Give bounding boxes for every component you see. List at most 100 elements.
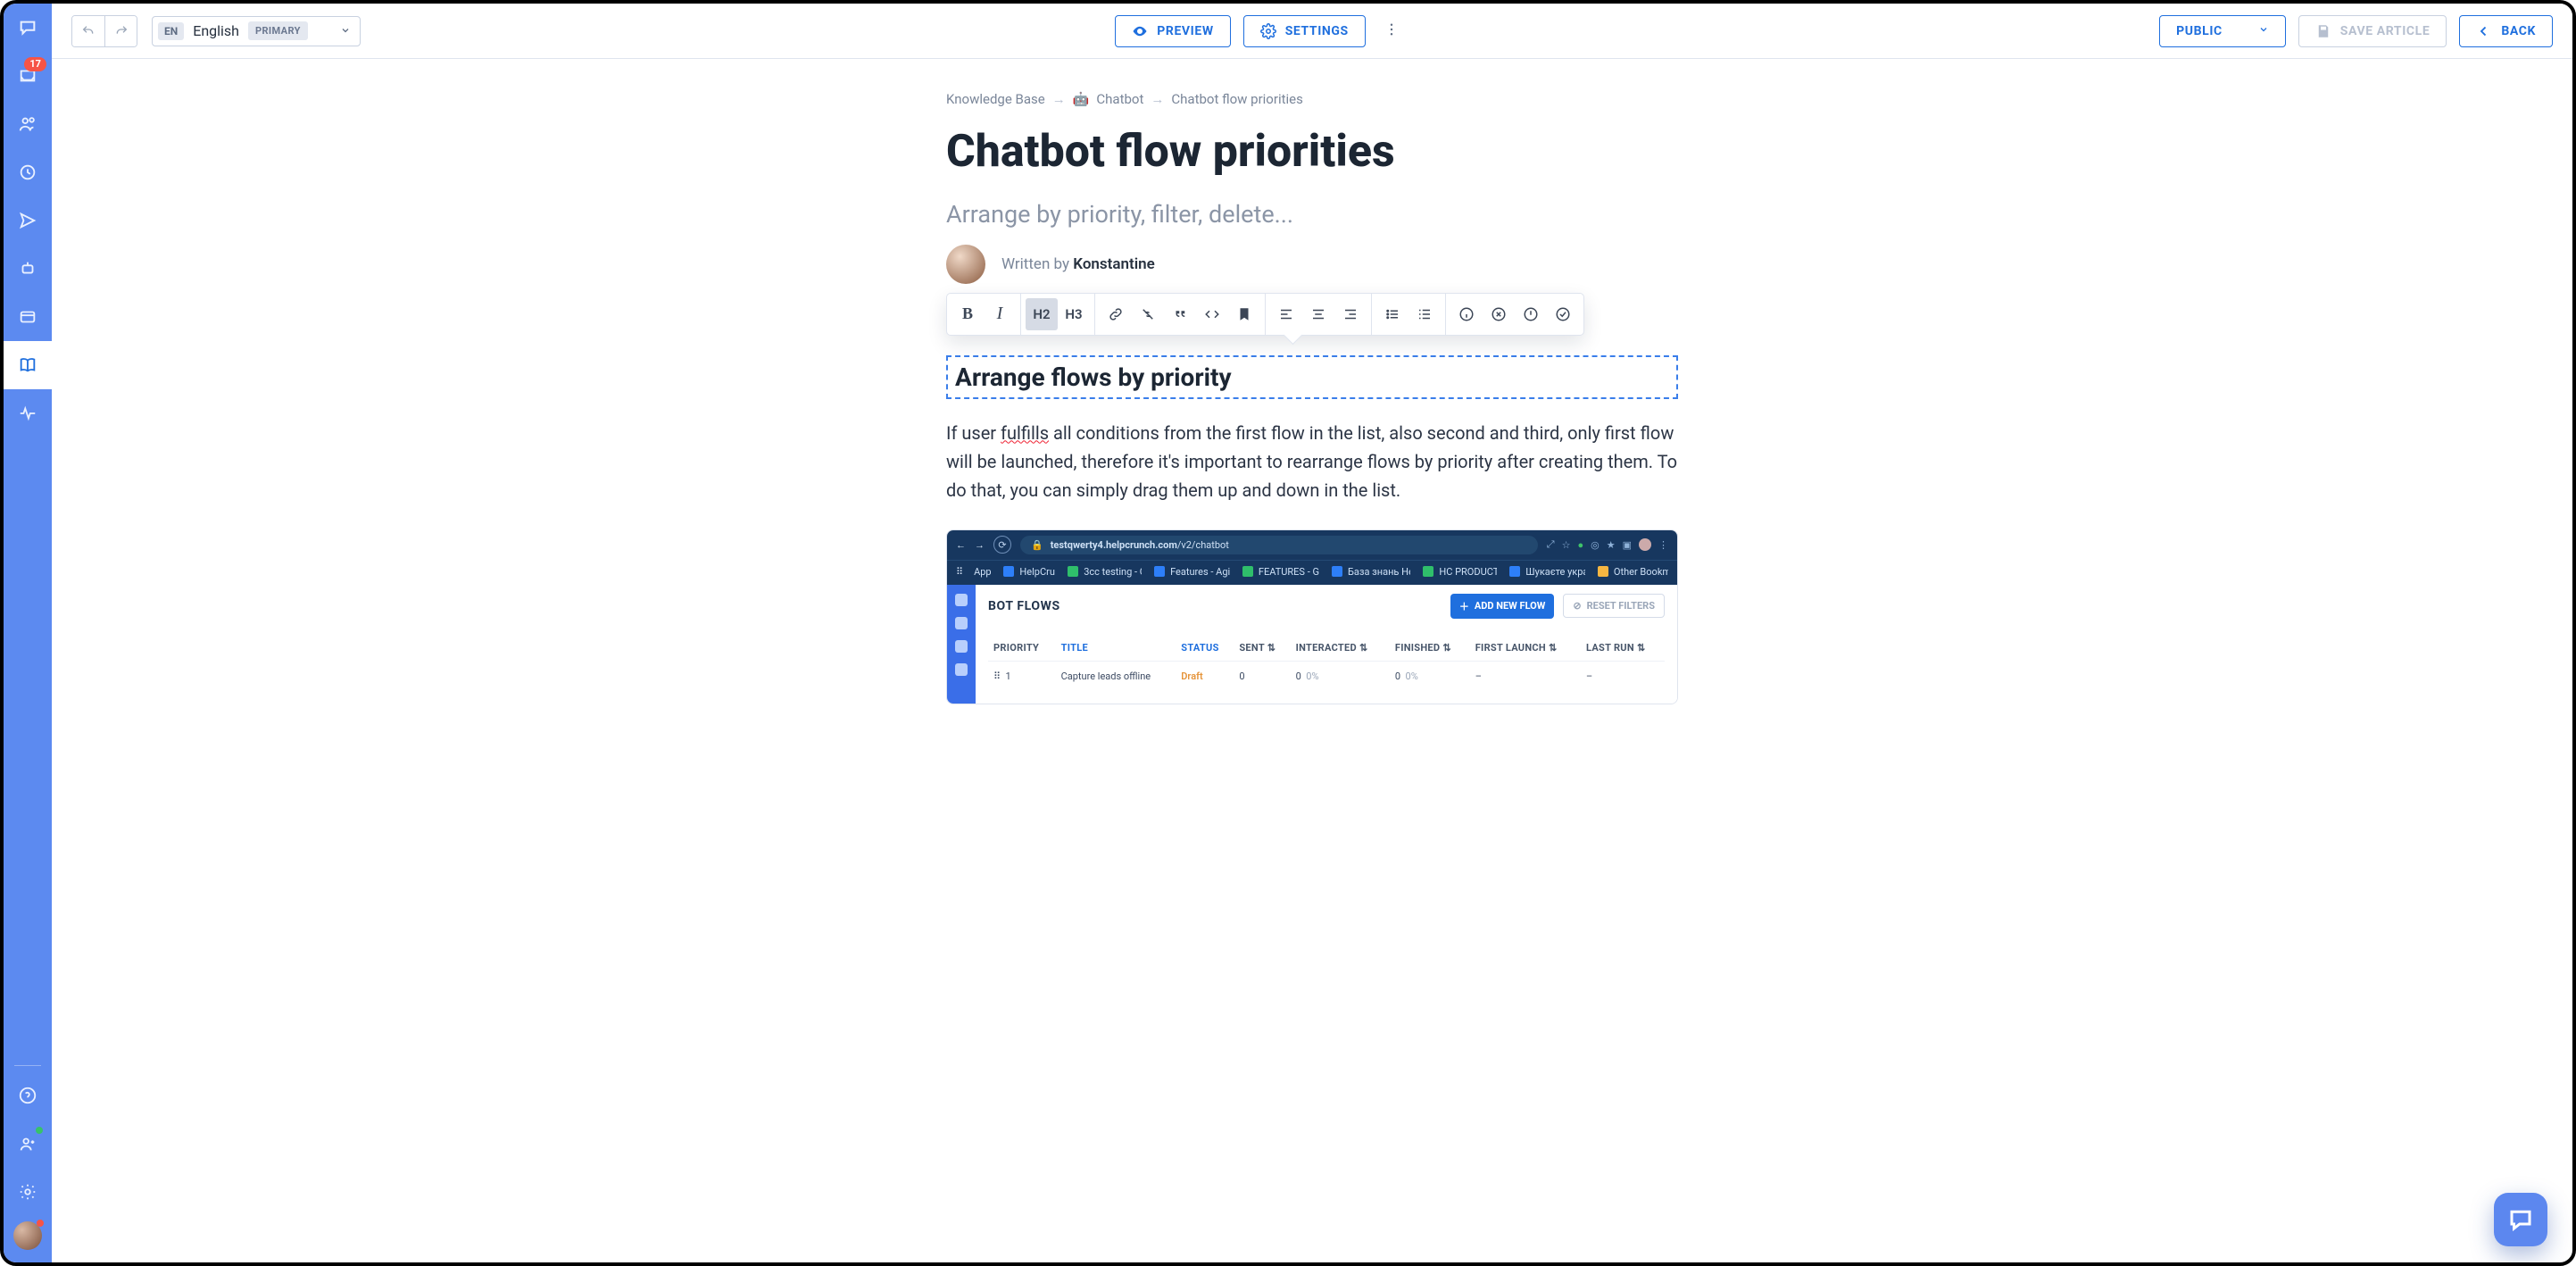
nav-inbox[interactable]: 17 — [4, 52, 52, 100]
x-circle-icon — [1491, 306, 1507, 322]
editor-paragraph[interactable]: If user fulfills all conditions from the… — [946, 419, 1678, 504]
align-left-button[interactable] — [1270, 298, 1302, 330]
gear-icon — [1260, 23, 1276, 39]
info-callout-button[interactable] — [1450, 298, 1483, 330]
align-left-icon — [1278, 306, 1294, 322]
back-button[interactable]: BACK — [2459, 15, 2553, 47]
nav-logo[interactable] — [4, 4, 52, 52]
warning-callout-button[interactable] — [1515, 298, 1547, 330]
info-icon — [1458, 306, 1475, 322]
success-callout-button[interactable] — [1547, 298, 1579, 330]
h2-button[interactable]: H2 — [1026, 298, 1058, 330]
chevron-down-icon — [340, 22, 351, 39]
h3-button[interactable]: H3 — [1058, 298, 1090, 330]
settings-label: SETTINGS — [1285, 24, 1349, 38]
error-callout-button[interactable] — [1483, 298, 1515, 330]
lang-primary-tag: PRIMARY — [248, 21, 308, 40]
link-button[interactable] — [1100, 298, 1132, 330]
visibility-label: PUBLIC — [2176, 24, 2223, 38]
ol-button[interactable] — [1408, 298, 1441, 330]
nav-settings[interactable] — [4, 1168, 52, 1216]
redo-icon — [114, 24, 129, 38]
embed-sidenav — [947, 585, 976, 704]
language-selector[interactable]: EN English PRIMARY — [152, 16, 361, 46]
undo-button[interactable] — [72, 16, 104, 46]
help-icon — [18, 1086, 37, 1105]
quote-icon — [1172, 306, 1188, 322]
window-icon — [18, 307, 37, 327]
browser-url: 🔒 testqwerty4.helpcrunch.com/v2/chatbot — [1020, 536, 1538, 554]
embed-panel-title: BOT FLOWS — [988, 599, 1060, 613]
italic-button[interactable]: I — [984, 298, 1016, 330]
chat-bubble-icon — [2507, 1206, 2534, 1233]
crumb-arrow-icon: → — [1151, 91, 1164, 107]
nav-send[interactable] — [4, 196, 52, 245]
redo-button[interactable] — [104, 16, 137, 46]
link-icon — [1108, 306, 1124, 322]
visibility-select[interactable]: PUBLIC — [2159, 15, 2286, 47]
crumb-root[interactable]: Knowledge Base — [946, 91, 1045, 107]
nav-bot[interactable] — [4, 245, 52, 293]
nav-recent[interactable] — [4, 148, 52, 196]
code-button[interactable] — [1196, 298, 1228, 330]
settings-button[interactable]: SETTINGS — [1243, 15, 1366, 47]
chat-widget-fab[interactable] — [2494, 1193, 2547, 1246]
nav-team[interactable] — [4, 1120, 52, 1168]
avatar-status-dot — [37, 1220, 44, 1227]
people-icon — [18, 114, 37, 134]
preview-button[interactable]: PREVIEW — [1115, 15, 1230, 47]
align-right-icon — [1342, 306, 1359, 322]
alert-icon — [1523, 306, 1539, 322]
bookmark-icon — [1236, 306, 1252, 322]
apps-icon: ⠿ — [956, 566, 961, 578]
breadcrumb: Knowledge Base → 🤖 Chatbot → Chatbot flo… — [946, 91, 1678, 107]
pulse-icon — [18, 404, 37, 423]
align-right-button[interactable] — [1334, 298, 1367, 330]
bot-icon — [18, 259, 37, 279]
page-title[interactable]: Chatbot flow priorities — [946, 127, 1678, 179]
byline: Written by Konstantine — [946, 245, 1678, 284]
content-area: Knowledge Base → 🤖 Chatbot → Chatbot flo… — [52, 59, 2572, 1262]
back-arrow-icon — [2476, 23, 2492, 39]
nav-help[interactable] — [4, 1071, 52, 1120]
bookmark-button[interactable] — [1228, 298, 1260, 330]
bold-button[interactable]: B — [951, 298, 984, 330]
author-avatar — [946, 245, 985, 284]
spellcheck-word: fulfills — [1001, 422, 1049, 444]
preview-label: PREVIEW — [1157, 24, 1213, 38]
browser-extensions: ⤢☆●◎★▣⋮ — [1547, 538, 1668, 551]
page-subtitle[interactable]: Arrange by priority, filter, delete... — [946, 200, 1678, 229]
clock-icon — [18, 162, 37, 182]
editor-h2-block[interactable]: Arrange flows by priority — [946, 355, 1678, 399]
nav-avatar[interactable] — [13, 1221, 42, 1250]
align-center-button[interactable] — [1302, 298, 1334, 330]
nav-knowledge-base[interactable] — [4, 341, 52, 389]
add-user-icon — [18, 1134, 37, 1154]
undo-redo-group — [71, 15, 137, 47]
lock-icon: 🔒 — [1031, 539, 1043, 551]
nav-reports[interactable] — [4, 389, 52, 437]
crumb-arrow-icon: → — [1052, 91, 1066, 107]
ul-button[interactable] — [1376, 298, 1408, 330]
embed-add-flow-button: ＋ ADD NEW FLOW — [1450, 594, 1555, 619]
embed-reset-filters-button: ⊘ RESET FILTERS — [1563, 594, 1665, 618]
lang-code: EN — [158, 22, 184, 40]
align-center-icon — [1310, 306, 1326, 322]
crumb-category[interactable]: Chatbot — [1096, 91, 1143, 107]
quote-button[interactable] — [1164, 298, 1196, 330]
bookmarks-bar: ⠿ Apps HelpCrunch 3cc testing - Goo… Fea… — [947, 560, 1677, 585]
ol-icon — [1417, 306, 1433, 322]
chevron-down-icon — [2258, 24, 2269, 38]
nav-popups[interactable] — [4, 293, 52, 341]
more-menu[interactable] — [1378, 21, 1405, 41]
crumb-current: Chatbot flow priorities — [1171, 91, 1302, 107]
unlink-button[interactable] — [1132, 298, 1164, 330]
embedded-image: ← → ⟳ 🔒 testqwerty4.helpcrunch.com/v2/ch… — [946, 529, 1678, 704]
eye-icon — [1132, 23, 1148, 39]
chat-bubble-icon — [18, 18, 37, 37]
nav-contacts[interactable] — [4, 100, 52, 148]
browser-back-icon: ← — [956, 539, 966, 551]
table-row: ⠿ 1 Capture leads offline Draft 0 0 0% 0… — [988, 661, 1665, 691]
undo-icon — [81, 24, 96, 38]
kebab-icon — [1384, 21, 1400, 37]
